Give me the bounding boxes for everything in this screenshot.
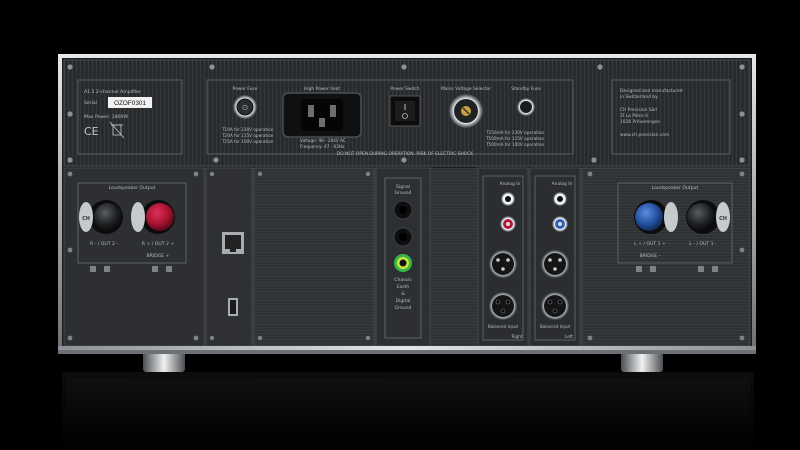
signal-ground-line-1: Signal xyxy=(396,184,410,190)
chassis-line-5: Ground xyxy=(395,305,412,311)
analog-input-panel-left: Analog In Balanced Input Left xyxy=(529,167,581,347)
maker-line-3: CH Precision Sàrl xyxy=(620,106,657,113)
right-output-minus-label: L - / OUT 1 - xyxy=(689,241,717,247)
fuse-line-1: T10A for 230V operation xyxy=(221,127,274,132)
network-usb-panel xyxy=(205,167,253,347)
serial-label: Serial xyxy=(84,100,97,106)
standby-line-1: T250mA for 230V operation xyxy=(485,130,545,135)
ce-mark: CE xyxy=(84,125,99,138)
svg-text:CH: CH xyxy=(82,216,90,222)
signal-ground-line-2: Ground xyxy=(395,190,412,196)
binding-post-red[interactable] xyxy=(131,200,175,234)
rca-connector-left[interactable] xyxy=(552,216,568,232)
left-speaker-output-panel: Loudspeaker Output CH R - / OUT 2 - R + … xyxy=(63,167,205,347)
analog-side-left: Left xyxy=(565,334,573,339)
mains-selector-title: Mains Voltage Selector xyxy=(441,86,491,92)
model-label: A1.5 2-channel Amplifier xyxy=(84,89,141,95)
blank-panel xyxy=(253,167,375,347)
binding-post-black-right[interactable]: CH xyxy=(686,200,730,234)
left-bridge-label: BRIDGE + xyxy=(146,253,169,259)
ethernet-port[interactable] xyxy=(222,232,244,254)
standby-line-3: T500mA for 100V operation xyxy=(485,142,545,147)
ground-panel: Signal Ground Chassis Earth & Digital Gr… xyxy=(375,167,431,347)
left-output-minus-label: R - / OUT 2 - xyxy=(90,241,118,247)
svg-text:CH: CH xyxy=(719,216,727,222)
serial-number: OZOF0301 xyxy=(114,100,146,107)
chassis-line-4: Digital xyxy=(396,298,411,304)
standby-line-2: T500mA for 115V operation xyxy=(485,136,545,141)
xlr-female-left[interactable] xyxy=(541,292,569,320)
left-output-plus-label: R + / OUT 2 + xyxy=(142,241,175,247)
binding-post-blue[interactable] xyxy=(634,200,678,234)
right-output-plus-label: L + / OUT 1 + xyxy=(634,241,666,247)
analog-in-title-right: Analog In xyxy=(500,181,521,187)
maker-line-5: 1026 Préverenges xyxy=(620,118,661,125)
chassis-ground-terminal[interactable] xyxy=(394,254,412,272)
right-speaker-output-panel: Loudspeaker Output CH L + / OUT 1 + L - … xyxy=(581,167,751,347)
max-power-label: Max Power: 1800W xyxy=(84,114,128,120)
maker-line-2: in Switzerland by xyxy=(620,94,658,100)
maker-line-4: ZI La Pièce 6 xyxy=(620,112,648,119)
signal-ground-terminal-1[interactable] xyxy=(393,200,413,220)
standby-fuse-title: Standby Fuse xyxy=(511,86,541,92)
analog-in-title-left: Analog In xyxy=(552,181,573,187)
amplifier-rear-panel-photo: A1.5 2-channel Amplifier Serial OZOF0301… xyxy=(58,54,756,450)
bottom-rail xyxy=(58,346,756,350)
analog-side-right: Right xyxy=(511,334,522,339)
chassis-line-2: Earth xyxy=(397,284,409,290)
standby-fuse-holder[interactable] xyxy=(517,98,535,116)
xlr-male-left[interactable] xyxy=(541,250,569,278)
left-output-title: Loudspeaker Output xyxy=(109,185,156,191)
analog-input-panel-right: Analog In Balanced Input Right xyxy=(477,167,529,347)
power-fuse-title: Power Fuse xyxy=(233,86,258,92)
maker-line-1: Designed and manufactured xyxy=(620,88,683,94)
voltage-label: Voltage: 98 - 264V AC xyxy=(300,138,346,143)
fuse-line-3: T25A for 100V operation xyxy=(221,139,274,144)
binding-post-black-left[interactable]: CH xyxy=(79,200,123,234)
svg-text:⊙: ⊙ xyxy=(242,103,249,112)
frequency-label: Frequency: 47 - 63Hz xyxy=(300,144,345,149)
maker-line-6: www.ch-precision.com xyxy=(620,132,669,138)
shock-warning: DO NOT OPEN DURING OPERATION. RISK OF EL… xyxy=(337,151,473,157)
balanced-input-right: Balanced Input xyxy=(488,324,519,329)
power-switch-title: Power Switch xyxy=(390,86,419,92)
power-inlet-socket[interactable] xyxy=(282,92,362,138)
power-fuse-holder[interactable]: ⊙ xyxy=(233,95,257,119)
mains-voltage-selector[interactable] xyxy=(449,94,483,128)
power-inlet-title: High Power Inlet xyxy=(304,86,340,92)
signal-ground-terminal-2[interactable] xyxy=(393,227,413,247)
xlr-female-right[interactable] xyxy=(489,292,517,320)
right-bridge-label: BRIDGE - xyxy=(640,253,661,259)
chassis-line-1: Chassis xyxy=(394,277,412,283)
xlr-male-right[interactable] xyxy=(489,250,517,278)
rca-connector-right[interactable] xyxy=(500,216,516,232)
chassis-line-3: & xyxy=(401,291,405,297)
power-switch[interactable] xyxy=(389,95,421,127)
bnc-connector-right[interactable] xyxy=(501,192,515,206)
bnc-connector-left[interactable] xyxy=(553,192,567,206)
floor-reflection xyxy=(62,372,754,450)
balanced-input-left: Balanced Input xyxy=(540,324,571,329)
fuse-line-2: T20A for 115V operation xyxy=(221,133,274,138)
right-output-title: Loudspeaker Output xyxy=(652,185,699,191)
usb-port[interactable] xyxy=(228,298,238,316)
